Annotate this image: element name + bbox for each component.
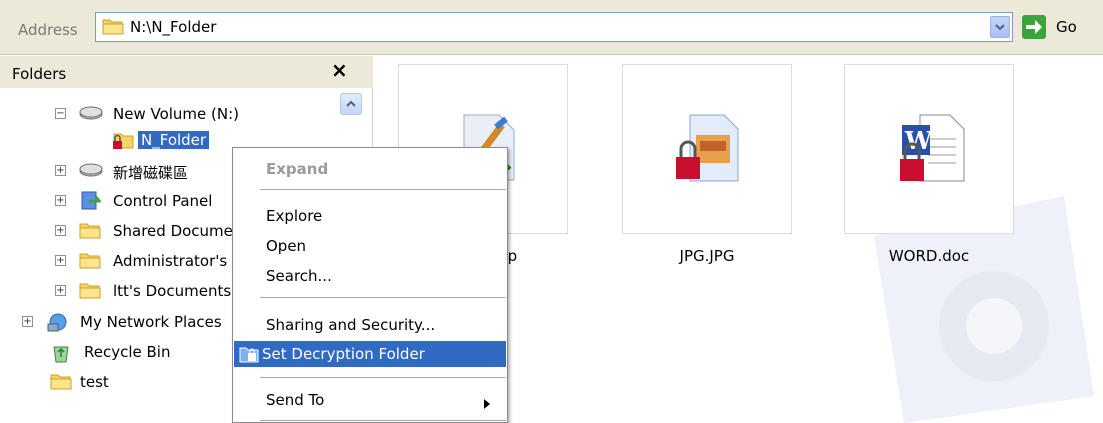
address-bar: Address N:\N_Folder Go xyxy=(0,0,1103,55)
expand-icon[interactable]: + xyxy=(55,255,66,266)
chevron-up-icon xyxy=(346,100,356,107)
file-name: WORD.doc xyxy=(888,247,970,265)
tree-item-new-disk[interactable]: + 新增磁碟區 xyxy=(55,159,235,185)
menu-separator xyxy=(260,420,506,421)
tree-item-control-panel[interactable]: + Control Panel xyxy=(55,189,235,215)
menu-item-label: Open xyxy=(266,237,307,255)
tree-item-shared-documents[interactable]: + Shared Documents xyxy=(55,219,256,245)
go-label: Go xyxy=(1056,18,1077,36)
tree-item-n-folder[interactable]: N_Folder xyxy=(112,128,242,154)
file-name: JPG.JPG xyxy=(679,247,735,265)
tree-item-label: New Volume (N:) xyxy=(113,105,240,123)
address-dropdown-button[interactable] xyxy=(990,16,1010,38)
locked-jpg-icon xyxy=(668,105,748,189)
menu-item-label: Expand xyxy=(266,160,329,178)
folder-icon xyxy=(79,251,101,273)
tree-item-label: N_Folder xyxy=(138,131,210,149)
expand-icon[interactable]: + xyxy=(55,195,66,206)
tree-item-label: Recycle Bin xyxy=(84,343,171,361)
expand-icon[interactable]: + xyxy=(55,165,66,176)
expand-icon[interactable]: + xyxy=(55,285,66,296)
menu-separator xyxy=(260,377,506,378)
menu-item-send-to[interactable]: Send To xyxy=(234,387,506,413)
submenu-arrow-icon xyxy=(484,395,490,413)
expand-icon[interactable]: + xyxy=(55,225,66,236)
menu-separator xyxy=(260,189,506,190)
folder-icon xyxy=(79,281,101,303)
control-panel-icon xyxy=(79,191,102,215)
folder-icon xyxy=(79,221,101,243)
close-icon[interactable]: × xyxy=(331,58,349,82)
collapse-icon[interactable]: − xyxy=(55,108,66,119)
recycle-bin-icon xyxy=(50,342,72,368)
menu-item-sharing-and-security[interactable]: Sharing and Security... xyxy=(234,312,506,338)
menu-item-label: Set Decryption Folder xyxy=(262,345,425,363)
chevron-down-icon xyxy=(995,24,1005,31)
expand-icon[interactable]: + xyxy=(22,316,33,327)
menu-item-explore[interactable]: Explore xyxy=(234,203,506,229)
drive-icon xyxy=(79,161,103,181)
locked-word-icon: W xyxy=(890,105,970,189)
folders-title: Folders xyxy=(12,65,67,83)
menu-item-label: Explore xyxy=(266,207,323,225)
tree-item-recycle-bin[interactable]: Recycle Bin xyxy=(50,340,230,366)
tree-item-label: ltt's Documents xyxy=(113,282,232,300)
menu-item-expand: Expand xyxy=(234,156,506,182)
lock-folder-icon xyxy=(239,345,259,367)
menu-item-open[interactable]: Open xyxy=(234,233,506,259)
menu-item-label: Search... xyxy=(266,267,332,285)
go-button[interactable]: Go xyxy=(1020,13,1090,41)
tree-item-my-network-places[interactable]: + My Network Places xyxy=(22,310,232,336)
menu-item-search[interactable]: Search... xyxy=(234,263,506,289)
go-arrow-icon xyxy=(1022,15,1046,39)
file-thumbnail-jpg[interactable] xyxy=(622,64,792,234)
drive-icon xyxy=(79,104,103,124)
scroll-up-button[interactable] xyxy=(340,93,362,115)
menu-item-label: Send To xyxy=(266,391,325,409)
menu-item-label: Sharing and Security... xyxy=(266,316,436,334)
address-input[interactable]: N:\N_Folder xyxy=(95,12,1013,42)
tree-item-new-volume[interactable]: − New Volume (N:) xyxy=(55,102,335,128)
context-menu: Expand Explore Open Search... Sharing an… xyxy=(232,147,508,423)
network-icon xyxy=(46,312,70,336)
file-thumbnail-word[interactable]: W xyxy=(844,64,1014,234)
tree-item-ltt-documents[interactable]: + ltt's Documents xyxy=(55,279,235,305)
tree-item-label: Control Panel xyxy=(113,192,213,210)
tree-item-label: test xyxy=(80,373,109,391)
folder-icon xyxy=(50,372,72,394)
menu-item-set-decryption-folder[interactable]: Set Decryption Folder xyxy=(234,341,506,367)
tree-item-test[interactable]: test xyxy=(50,370,230,396)
locked-folder-icon xyxy=(112,130,134,154)
folder-icon xyxy=(102,17,124,39)
menu-separator xyxy=(260,297,506,298)
tree-item-administrator[interactable]: + Administrator's Documents xyxy=(55,249,318,275)
tree-item-label: My Network Places xyxy=(80,313,222,331)
tree-item-label: 新增磁碟區 xyxy=(113,164,189,182)
address-label: Address xyxy=(18,21,78,39)
address-value: N:\N_Folder xyxy=(130,18,217,36)
folders-header: Folders × xyxy=(0,56,373,88)
